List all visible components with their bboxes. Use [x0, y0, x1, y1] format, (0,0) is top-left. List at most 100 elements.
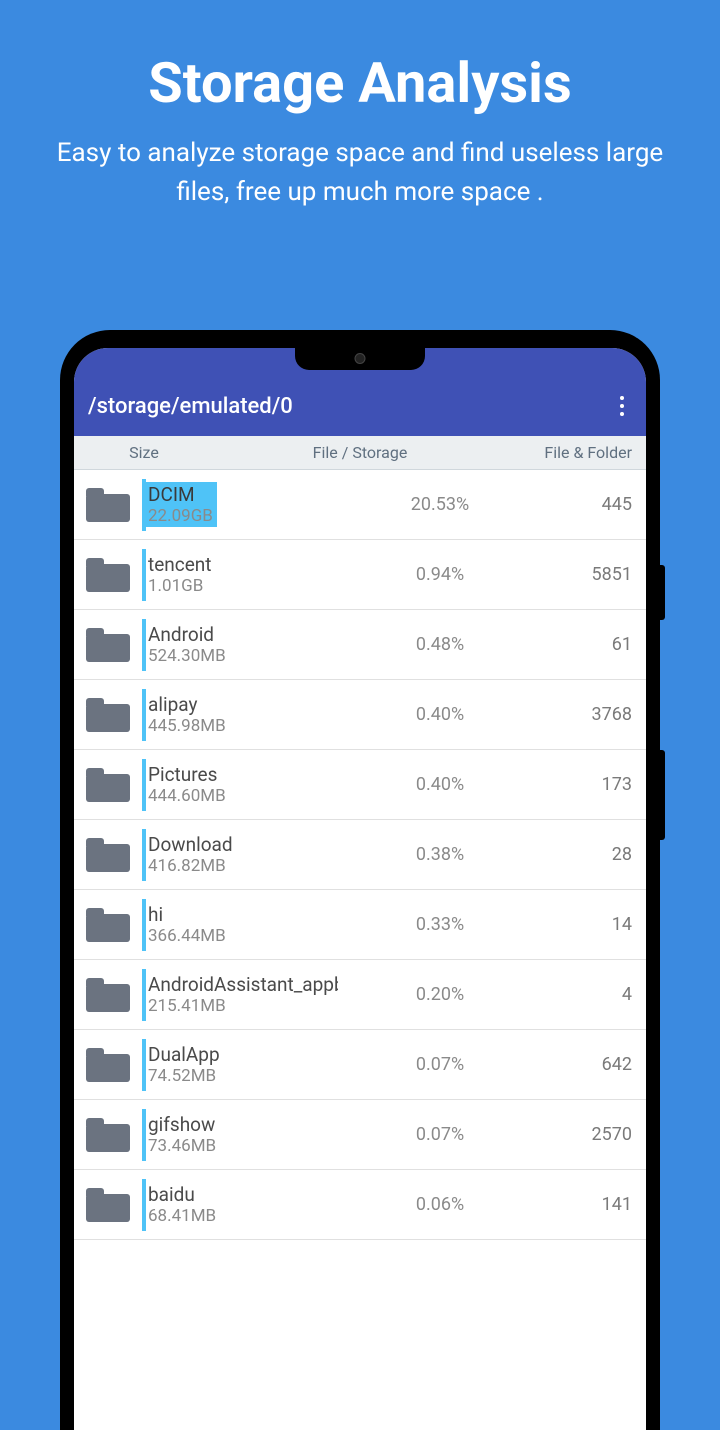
folder-icon: [86, 1048, 130, 1082]
list-item[interactable]: tencent1.01GB0.94%5851: [74, 540, 646, 610]
usage-bar: [142, 1039, 146, 1091]
list-item[interactable]: AndroidAssistant_appbackup215.41MB0.20%4: [74, 960, 646, 1030]
item-count: 173: [542, 774, 632, 795]
folder-icon: [86, 628, 130, 662]
item-name: hi: [148, 903, 338, 926]
phone-frame: /storage/emulated/0 Size File / Storage …: [60, 330, 660, 1430]
item-size: 416.82MB: [148, 856, 338, 876]
promo-subtitle: Easy to analyze storage space and find u…: [0, 134, 720, 212]
item-percent: 0.94%: [338, 564, 542, 585]
item-count: 3768: [542, 704, 632, 725]
name-size-block: tencent1.01GB: [148, 553, 338, 596]
item-count: 642: [542, 1054, 632, 1075]
overflow-menu-icon[interactable]: [612, 388, 632, 424]
item-name: DCIM: [148, 483, 213, 506]
item-percent: 0.38%: [338, 844, 542, 865]
name-size-block: AndroidAssistant_appbackup215.41MB: [148, 973, 338, 1016]
name-size-block: alipay445.98MB: [148, 693, 338, 736]
name-size-block: DCIM22.09GB: [148, 482, 338, 527]
folder-icon: [86, 1118, 130, 1152]
usage-bar: [142, 549, 146, 601]
item-percent: 0.33%: [338, 914, 542, 935]
item-size: 366.44MB: [148, 926, 338, 946]
item-percent: 0.40%: [338, 774, 542, 795]
name-size-block: Download416.82MB: [148, 833, 338, 876]
usage-bar: [142, 829, 146, 881]
folder-icon: [86, 488, 130, 522]
name-size-block: hi366.44MB: [148, 903, 338, 946]
item-count: 2570: [542, 1124, 632, 1145]
list-item[interactable]: hi366.44MB0.33%14: [74, 890, 646, 960]
col-count-label[interactable]: File & Folder: [506, 443, 646, 462]
item-size: 68.41MB: [148, 1206, 338, 1226]
item-count: 28: [542, 844, 632, 865]
item-name: Android: [148, 623, 338, 646]
usage-bar: [142, 689, 146, 741]
item-name: alipay: [148, 693, 338, 716]
item-size: 524.30MB: [148, 646, 338, 666]
list-item[interactable]: Download416.82MB0.38%28: [74, 820, 646, 890]
item-name: gifshow: [148, 1113, 338, 1136]
list-item[interactable]: DCIM22.09GB20.53%445: [74, 470, 646, 540]
front-camera: [355, 353, 366, 364]
list-item[interactable]: Android524.30MB0.48%61: [74, 610, 646, 680]
list-item[interactable]: alipay445.98MB0.40%3768: [74, 680, 646, 750]
item-percent: 0.40%: [338, 704, 542, 725]
item-name: Pictures: [148, 763, 338, 786]
item-size: 444.60MB: [148, 786, 338, 806]
path-title: /storage/emulated/0: [88, 394, 612, 419]
item-size: 22.09GB: [148, 506, 213, 526]
item-size: 1.01GB: [148, 576, 338, 596]
col-size-label[interactable]: Size: [74, 443, 214, 462]
item-size: 73.46MB: [148, 1136, 338, 1156]
item-percent: 20.53%: [338, 494, 542, 515]
item-name: baidu: [148, 1183, 338, 1206]
item-name: DualApp: [148, 1043, 338, 1066]
usage-bar: [142, 1179, 146, 1231]
item-count: 61: [542, 634, 632, 655]
phone-volume-button: [660, 750, 665, 840]
folder-icon: [86, 1188, 130, 1222]
folder-icon: [86, 698, 130, 732]
folder-icon: [86, 838, 130, 872]
phone-power-button: [660, 565, 665, 620]
item-count: 5851: [542, 564, 632, 585]
usage-bar: [142, 759, 146, 811]
list-item[interactable]: DualApp74.52MB0.07%642: [74, 1030, 646, 1100]
usage-bar: [142, 969, 146, 1021]
column-header: Size File / Storage File & Folder: [74, 436, 646, 470]
item-count: 141: [542, 1194, 632, 1215]
item-percent: 0.07%: [338, 1054, 542, 1075]
item-name: Download: [148, 833, 338, 856]
folder-icon: [86, 558, 130, 592]
folder-icon: [86, 908, 130, 942]
item-count: 14: [542, 914, 632, 935]
item-name: tencent: [148, 553, 338, 576]
name-size-block: gifshow73.46MB: [148, 1113, 338, 1156]
folder-icon: [86, 978, 130, 1012]
list-item[interactable]: Pictures444.60MB0.40%173: [74, 750, 646, 820]
phone-screen: /storage/emulated/0 Size File / Storage …: [74, 348, 646, 1430]
col-ratio-label[interactable]: File / Storage: [214, 443, 506, 462]
phone-notch: [295, 348, 425, 370]
file-list: DCIM22.09GB20.53%445tencent1.01GB0.94%58…: [74, 470, 646, 1240]
list-item[interactable]: baidu68.41MB0.06%141: [74, 1170, 646, 1240]
name-size-block: Android524.30MB: [148, 623, 338, 666]
item-size: 445.98MB: [148, 716, 338, 736]
item-percent: 0.48%: [338, 634, 542, 655]
item-percent: 0.07%: [338, 1124, 542, 1145]
usage-bar: [142, 1109, 146, 1161]
item-size: 215.41MB: [148, 996, 338, 1016]
app-bar: /storage/emulated/0: [74, 376, 646, 436]
promo-title: Storage Analysis: [0, 50, 720, 116]
item-count: 4: [542, 984, 632, 1005]
item-count: 445: [542, 494, 632, 515]
item-size: 74.52MB: [148, 1066, 338, 1086]
item-name: AndroidAssistant_appbackup: [148, 973, 338, 996]
list-item[interactable]: gifshow73.46MB0.07%2570: [74, 1100, 646, 1170]
item-percent: 0.20%: [338, 984, 542, 1005]
name-size-block: baidu68.41MB: [148, 1183, 338, 1226]
name-size-block: Pictures444.60MB: [148, 763, 338, 806]
name-size-block: DualApp74.52MB: [148, 1043, 338, 1086]
folder-icon: [86, 768, 130, 802]
